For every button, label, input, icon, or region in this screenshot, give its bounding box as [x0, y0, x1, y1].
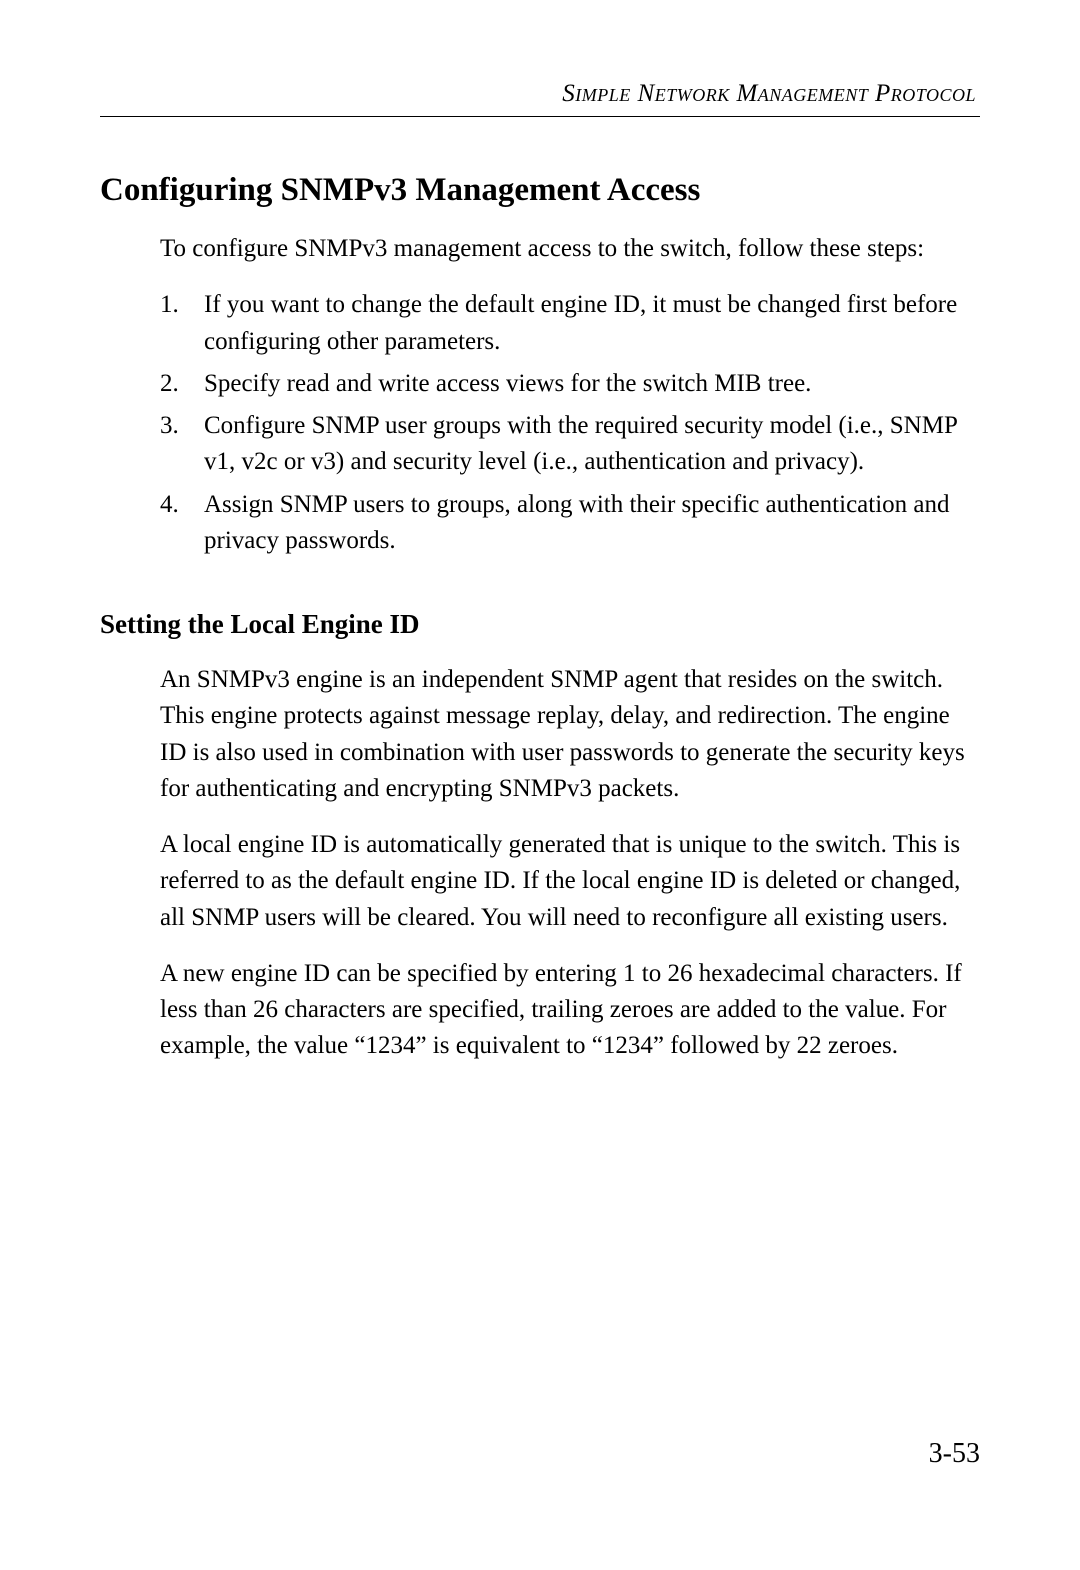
header-rule [100, 116, 980, 117]
intro-paragraph: To configure SNMPv3 management access to… [160, 231, 980, 267]
list-text: Specify read and write access views for … [204, 370, 811, 397]
list-text: If you want to change the default engine… [204, 291, 957, 354]
list-item: 1. If you want to change the default eng… [160, 287, 980, 360]
running-header: Simple Network Management Protocol [100, 80, 980, 108]
body-paragraph-2: A local engine ID is automatically gener… [160, 827, 980, 936]
list-text: Configure SNMP user groups with the requ… [204, 412, 957, 475]
list-item: 3. Configure SNMP user groups with the r… [160, 408, 980, 481]
list-number: 3. [160, 408, 179, 444]
list-text: Assign SNMP users to groups, along with … [204, 491, 950, 554]
list-number: 1. [160, 287, 179, 323]
body-paragraph-3: A new engine ID can be specified by ente… [160, 956, 980, 1065]
list-item: 4. Assign SNMP users to groups, along wi… [160, 487, 980, 560]
list-number: 4. [160, 487, 179, 523]
list-item: 2. Specify read and write access views f… [160, 366, 980, 402]
body-paragraph-1: An SNMPv3 engine is an independent SNMP … [160, 662, 980, 807]
steps-list: 1. If you want to change the default eng… [160, 287, 980, 559]
section-heading: Configuring SNMPv3 Management Access [100, 172, 980, 209]
list-number: 2. [160, 366, 179, 402]
subsection-heading: Setting the Local Engine ID [100, 609, 980, 640]
page-number: 3-53 [929, 1438, 980, 1470]
